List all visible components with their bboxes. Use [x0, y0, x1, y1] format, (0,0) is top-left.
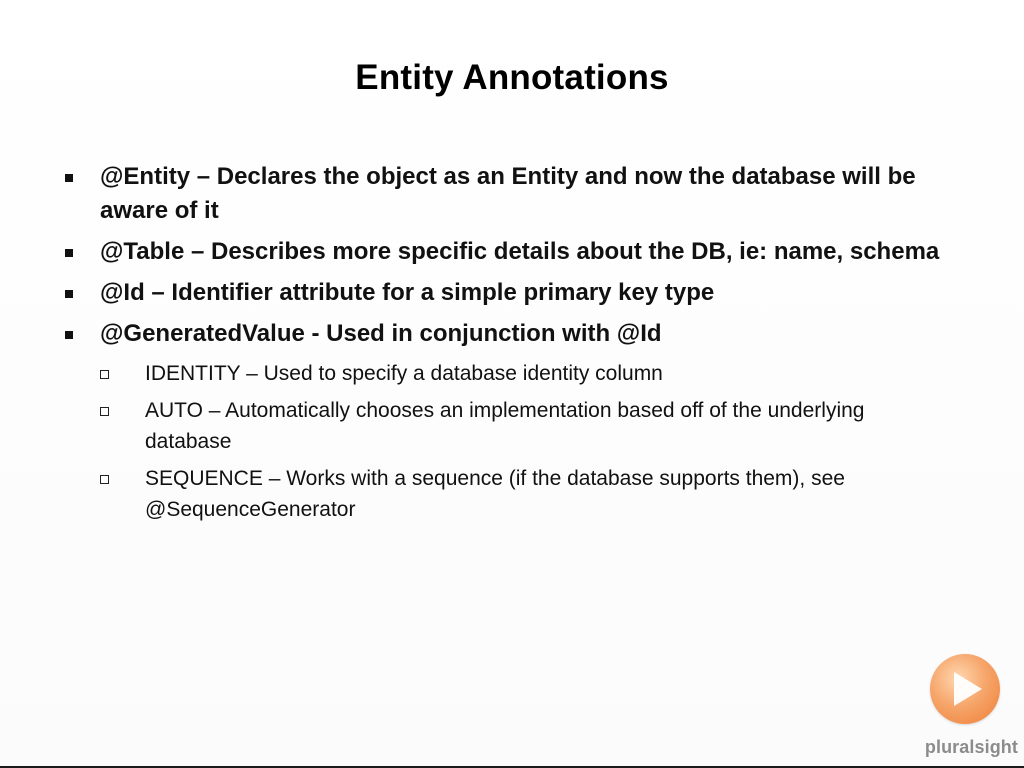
hollow-square-bullet-icon — [100, 407, 109, 416]
subitem-sequence: SEQUENCE – Works with a sequence (if the… — [100, 463, 935, 525]
subitem-text: AUTO – Automatically chooses an implemen… — [145, 399, 865, 453]
subitem-list: IDENTITY – Used to specify a database id… — [60, 358, 960, 525]
subitem-text: IDENTITY – Used to specify a database id… — [145, 362, 663, 385]
bullet-text: @GeneratedValue - Used in conjunction wi… — [100, 320, 662, 347]
bullet-item-generated-value: @GeneratedValue - Used in conjunction wi… — [60, 317, 960, 351]
square-bullet-icon — [65, 249, 73, 257]
bullet-text: @Entity – Declares the object as an Enti… — [100, 163, 916, 224]
slide-title: Entity Annotations — [355, 58, 669, 97]
subitem-identity: IDENTITY – Used to specify a database id… — [100, 358, 935, 389]
logo-circle — [930, 654, 1000, 724]
bullet-item-id: @Id – Identifier attribute for a simple … — [60, 276, 960, 310]
slide: Entity Annotations @Entity – Declares th… — [0, 0, 1024, 768]
square-bullet-icon — [65, 331, 73, 339]
bullet-text: @Table – Describes more specific details… — [100, 238, 940, 265]
bullet-item-entity: @Entity – Declares the object as an Enti… — [60, 160, 960, 228]
square-bullet-icon — [65, 174, 73, 182]
subitem-auto: AUTO – Automatically chooses an implemen… — [100, 395, 935, 457]
play-icon — [954, 672, 982, 706]
bullet-item-table: @Table – Describes more specific details… — [60, 235, 960, 269]
bullet-list: @Entity – Declares the object as an Enti… — [60, 160, 960, 531]
square-bullet-icon — [65, 290, 73, 298]
pluralsight-logo: pluralsight — [906, 654, 1018, 764]
hollow-square-bullet-icon — [100, 370, 109, 379]
subitem-text: SEQUENCE – Works with a sequence (if the… — [145, 467, 845, 521]
bullet-text: @Id – Identifier attribute for a simple … — [100, 279, 715, 306]
hollow-square-bullet-icon — [100, 475, 109, 484]
logo-text: pluralsight — [924, 737, 1018, 757]
